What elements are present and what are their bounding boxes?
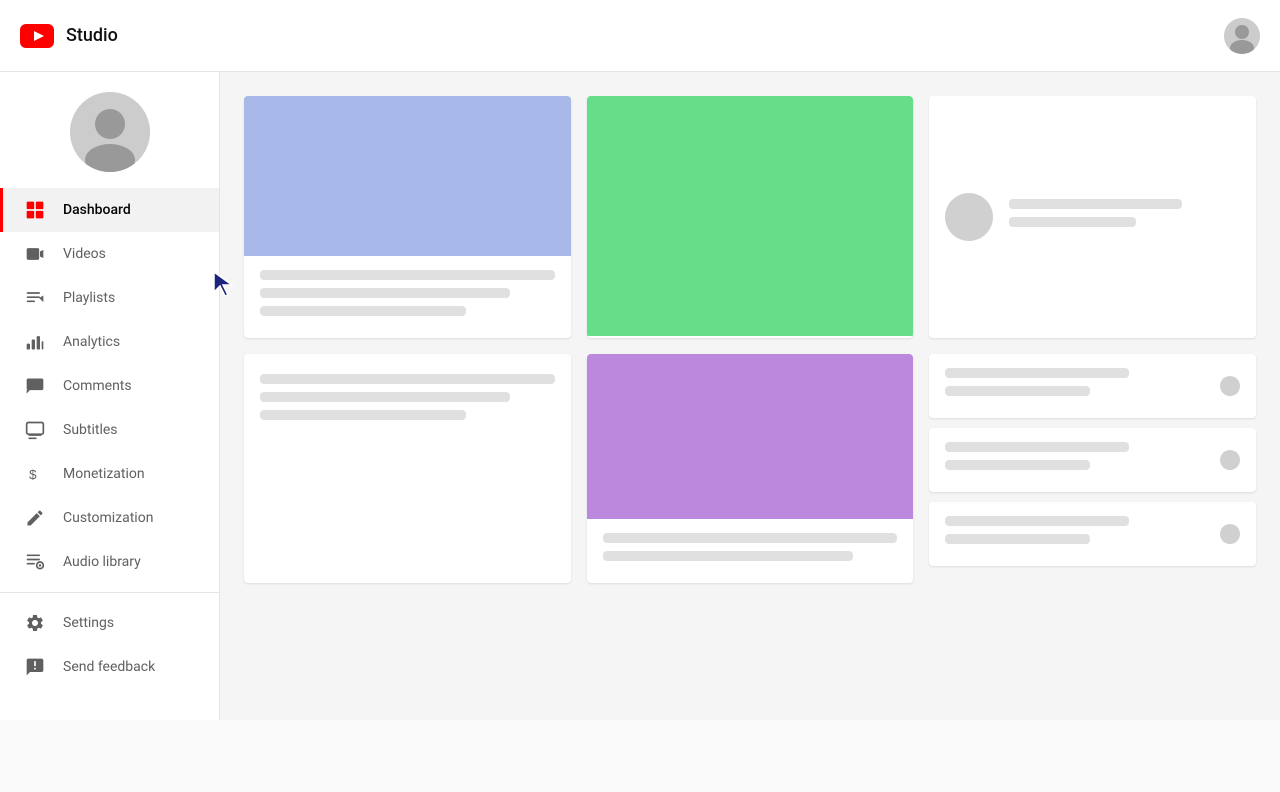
analytics-icon (23, 330, 47, 354)
customization-icon (23, 506, 47, 530)
small-list-dot (1220, 450, 1240, 470)
audio-library-svg (25, 552, 45, 572)
sidebar-item-dashboard[interactable]: Dashboard (0, 188, 219, 232)
card-lines-only[interactable] (244, 354, 571, 583)
sidebar-item-label-customization: Customization (63, 510, 153, 526)
small-list-line (945, 386, 1089, 396)
small-list-lines (945, 516, 1208, 552)
youtube-icon (20, 24, 54, 48)
sidebar-item-subtitles[interactable]: Subtitles (0, 408, 219, 452)
small-list-item-3[interactable] (929, 502, 1256, 566)
comments-svg (25, 376, 45, 396)
card-1[interactable] (244, 96, 571, 338)
small-list-line (945, 460, 1089, 470)
card-line (260, 306, 466, 316)
sidebar-item-analytics[interactable]: Analytics (0, 320, 219, 364)
monetization-icon: $ (23, 462, 47, 486)
header: Studio (0, 0, 1280, 72)
sidebar-item-videos[interactable]: Videos (0, 232, 219, 276)
sidebar-item-settings[interactable]: Settings (0, 601, 219, 645)
sidebar-item-label-feedback: Send feedback (63, 659, 155, 675)
sidebar-item-label-playlists: Playlists (63, 290, 115, 306)
subtitles-icon (23, 418, 47, 442)
logo[interactable]: Studio (20, 24, 118, 48)
card-5[interactable] (587, 354, 914, 583)
studio-label: Studio (66, 25, 118, 46)
youtube-logo (20, 24, 54, 48)
list-card-line (1009, 199, 1182, 209)
sidebar-item-customization[interactable]: Customization (0, 496, 219, 540)
card-5-lines (587, 519, 914, 583)
sidebar-item-label-analytics: Analytics (63, 334, 120, 350)
small-list-lines (945, 368, 1208, 404)
playlists-svg (25, 288, 45, 308)
sidebar-nav: Dashboard Videos (0, 188, 219, 720)
sidebar-item-label-videos: Videos (63, 246, 106, 262)
comments-icon (23, 374, 47, 398)
card-line (260, 374, 555, 384)
profile-avatar[interactable] (70, 92, 150, 172)
subtitles-svg (25, 420, 45, 440)
card-2[interactable] (587, 96, 914, 338)
sidebar-item-send-feedback[interactable]: Send feedback (0, 645, 219, 689)
header-avatar[interactable] (1224, 18, 1260, 54)
card-line (260, 410, 466, 420)
list-card-avatar (945, 193, 993, 241)
analytics-svg (25, 332, 45, 352)
sidebar-item-comments[interactable]: Comments (0, 364, 219, 408)
card-5-thumbnail (587, 354, 914, 519)
small-list-line (945, 442, 1129, 452)
main-content (220, 72, 1280, 720)
card-line (603, 533, 898, 543)
feedback-icon (23, 655, 47, 679)
card-lines-content (244, 354, 571, 448)
small-list-item-2[interactable] (929, 428, 1256, 492)
small-list-dot (1220, 524, 1240, 544)
customization-svg (25, 508, 45, 528)
profile-avatar-icon (70, 92, 150, 172)
small-list-line (945, 368, 1129, 378)
sidebar-item-label-monetization: Monetization (63, 466, 145, 482)
small-list-dot (1220, 376, 1240, 396)
sidebar: Dashboard Videos (0, 72, 220, 720)
sidebar-item-label-dashboard: Dashboard (63, 202, 131, 218)
sidebar-item-playlists[interactable]: Playlists (0, 276, 219, 320)
list-card-line (1009, 217, 1136, 227)
videos-icon (23, 242, 47, 266)
sidebar-item-monetization[interactable]: $ Monetization (0, 452, 219, 496)
list-card-lines (1009, 199, 1240, 235)
playlists-icon (23, 286, 47, 310)
settings-svg (25, 613, 45, 633)
card-1-thumbnail (244, 96, 571, 256)
card-line (260, 288, 510, 298)
card-line (603, 551, 853, 561)
monetization-svg: $ (25, 464, 45, 484)
nav-divider (0, 592, 219, 593)
card-line (260, 392, 510, 402)
sidebar-item-label-audio-library: Audio library (63, 554, 141, 570)
sidebar-bottom: Settings Send feedback (0, 601, 219, 697)
sidebar-item-label-subtitles: Subtitles (63, 422, 118, 438)
avatar-icon (1224, 18, 1260, 54)
dashboard-icon (23, 198, 47, 222)
audio-library-icon (23, 550, 47, 574)
card-line (260, 270, 555, 280)
dashboard-svg (25, 200, 45, 220)
card-1-lines (244, 256, 571, 338)
feedback-svg (25, 657, 45, 677)
small-list-line (945, 534, 1089, 544)
svg-text:$: $ (29, 467, 37, 482)
small-list-item-1[interactable] (929, 354, 1256, 418)
card-2-thumbnail (587, 96, 914, 336)
settings-icon (23, 611, 47, 635)
sidebar-item-label-comments: Comments (63, 378, 132, 394)
small-list-line (945, 516, 1129, 526)
small-list-lines (945, 442, 1208, 478)
sidebar-item-audio-library[interactable]: Audio library (0, 540, 219, 584)
card-profile[interactable] (929, 96, 1256, 338)
videos-svg (25, 244, 45, 264)
sidebar-profile (0, 72, 219, 188)
sidebar-item-label-settings: Settings (63, 615, 114, 631)
right-col-list (929, 354, 1256, 583)
